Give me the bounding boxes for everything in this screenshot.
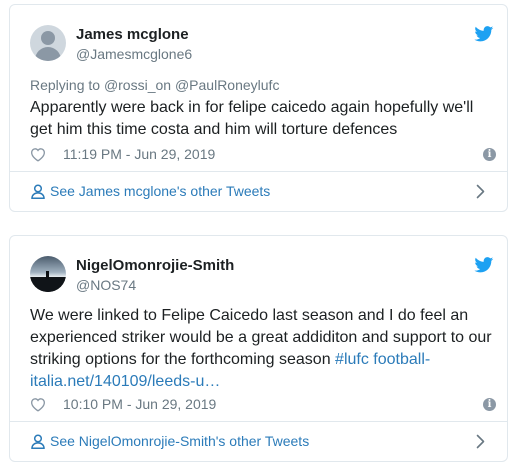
twitter-bird-icon[interactable]	[474, 26, 494, 42]
timestamp[interactable]: 10:10 PM - Jun 29, 2019	[63, 396, 216, 412]
default-avatar-icon[interactable]	[30, 25, 66, 61]
person-icon	[31, 434, 45, 449]
footer-link-label[interactable]: See NigelOmonrojie-Smith's other Tweets	[50, 433, 309, 449]
hashtag-link[interactable]: #lufc	[335, 351, 369, 368]
reply-prefix: Replying to	[30, 77, 104, 93]
tweet-card[interactable]: James mcglone @Jamesmcglone6 Replying to…	[9, 4, 508, 212]
chevron-right-icon[interactable]	[476, 184, 485, 199]
photo-avatar[interactable]	[30, 256, 66, 292]
tweet-card[interactable]: NigelOmonrojie-Smith @NOS74 We were link…	[9, 235, 508, 462]
timestamp[interactable]: 11:19 PM - Jun 29, 2019	[63, 146, 215, 162]
see-other-tweets-link[interactable]: See James mcglone's other Tweets	[10, 171, 507, 211]
author-name[interactable]: NigelOmonrojie-Smith	[76, 257, 234, 274]
tweet-meta: 11:19 PM - Jun 29, 2019 i	[30, 146, 496, 164]
heart-icon[interactable]	[30, 397, 46, 412]
footer-link-label[interactable]: See James mcglone's other Tweets	[50, 183, 270, 199]
author-handle[interactable]: @Jamesmcglone6	[76, 46, 192, 62]
author-handle[interactable]: @NOS74	[76, 277, 136, 293]
see-other-tweets-link[interactable]: See NigelOmonrojie-Smith's other Tweets	[10, 421, 507, 461]
author-name[interactable]: James mcglone	[76, 26, 189, 43]
heart-icon[interactable]	[30, 147, 46, 162]
person-icon	[31, 184, 45, 199]
chevron-right-icon[interactable]	[476, 434, 485, 449]
info-icon[interactable]: i	[483, 398, 496, 411]
info-icon[interactable]: i	[483, 148, 496, 161]
reply-mentions[interactable]: @rossi_on @PaulRoneylufc	[104, 77, 280, 93]
twitter-bird-icon[interactable]	[474, 257, 494, 273]
tweet-meta: 10:10 PM - Jun 29, 2019 i	[30, 396, 496, 414]
tweet-text: Apparently were back in for felipe caice…	[30, 99, 474, 138]
tweet-text: We were linked to Felipe Caicedo last se…	[30, 305, 492, 393]
reply-context: Replying to @rossi_on @PaulRoneylufc	[30, 77, 279, 93]
